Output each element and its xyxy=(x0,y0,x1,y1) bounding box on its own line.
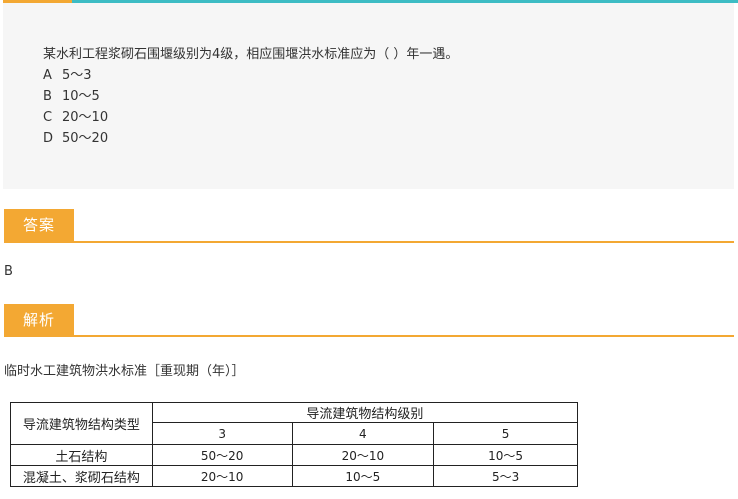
option-a[interactable]: A 5～3 xyxy=(43,65,458,86)
option-text: 5～3 xyxy=(62,68,92,83)
option-text: 50～20 xyxy=(62,131,109,146)
value-cell: 50～20 xyxy=(151,444,293,466)
option-text: 20～10 xyxy=(62,110,109,125)
option-c[interactable]: C 20～10 xyxy=(43,107,458,128)
question-content: 某水利工程浆砌石围堰级别为4级，相应围堰洪水标准应为（ ）年一遇。 A 5～3 B… xyxy=(43,44,458,149)
option-d[interactable]: D 50～20 xyxy=(43,128,458,149)
level-cell: 3 xyxy=(151,422,293,445)
flood-standard-table: 导流建筑物结构类型 导流建筑物结构级别 3 4 5 土石结构 50～20 20～… xyxy=(10,402,579,487)
value-cell: 10～5 xyxy=(291,465,435,487)
value-cell: 10～5 xyxy=(433,444,578,466)
value-cell: 20～10 xyxy=(151,465,293,487)
table-row: 土石结构 50～20 20～10 10～5 xyxy=(10,444,578,466)
option-letter: A xyxy=(43,68,52,83)
option-letter: D xyxy=(43,131,54,146)
structure-type-cell: 混凝土、浆砌石结构 xyxy=(10,465,153,487)
level-cell: 4 xyxy=(291,422,435,445)
option-letter: C xyxy=(43,110,53,125)
level-cell: 5 xyxy=(433,422,578,445)
table-row: 混凝土、浆砌石结构 20～10 10～5 5～3 xyxy=(10,465,578,487)
option-letter: B xyxy=(43,89,52,104)
answer-divider xyxy=(4,241,734,243)
value-cell: 20～10 xyxy=(291,444,435,466)
option-b[interactable]: B 10～5 xyxy=(43,86,458,107)
option-text: 10～5 xyxy=(62,89,100,104)
analysis-text: 临时水工建筑物洪水标准［重现期（年）］ xyxy=(4,364,245,379)
question-stem: 某水利工程浆砌石围堰级别为4级，相应围堰洪水标准应为（ ）年一遇。 xyxy=(43,47,459,62)
header-structure-type: 导流建筑物结构类型 xyxy=(10,402,153,445)
structure-type-cell: 土石结构 xyxy=(10,444,153,466)
header-structure-level: 导流建筑物结构级别 xyxy=(151,402,579,423)
answer-value: B xyxy=(4,264,13,279)
analysis-tab: 解析 xyxy=(4,304,74,337)
analysis-divider xyxy=(4,335,734,337)
value-cell: 5～3 xyxy=(433,465,578,487)
answer-tab: 答案 xyxy=(4,209,74,242)
